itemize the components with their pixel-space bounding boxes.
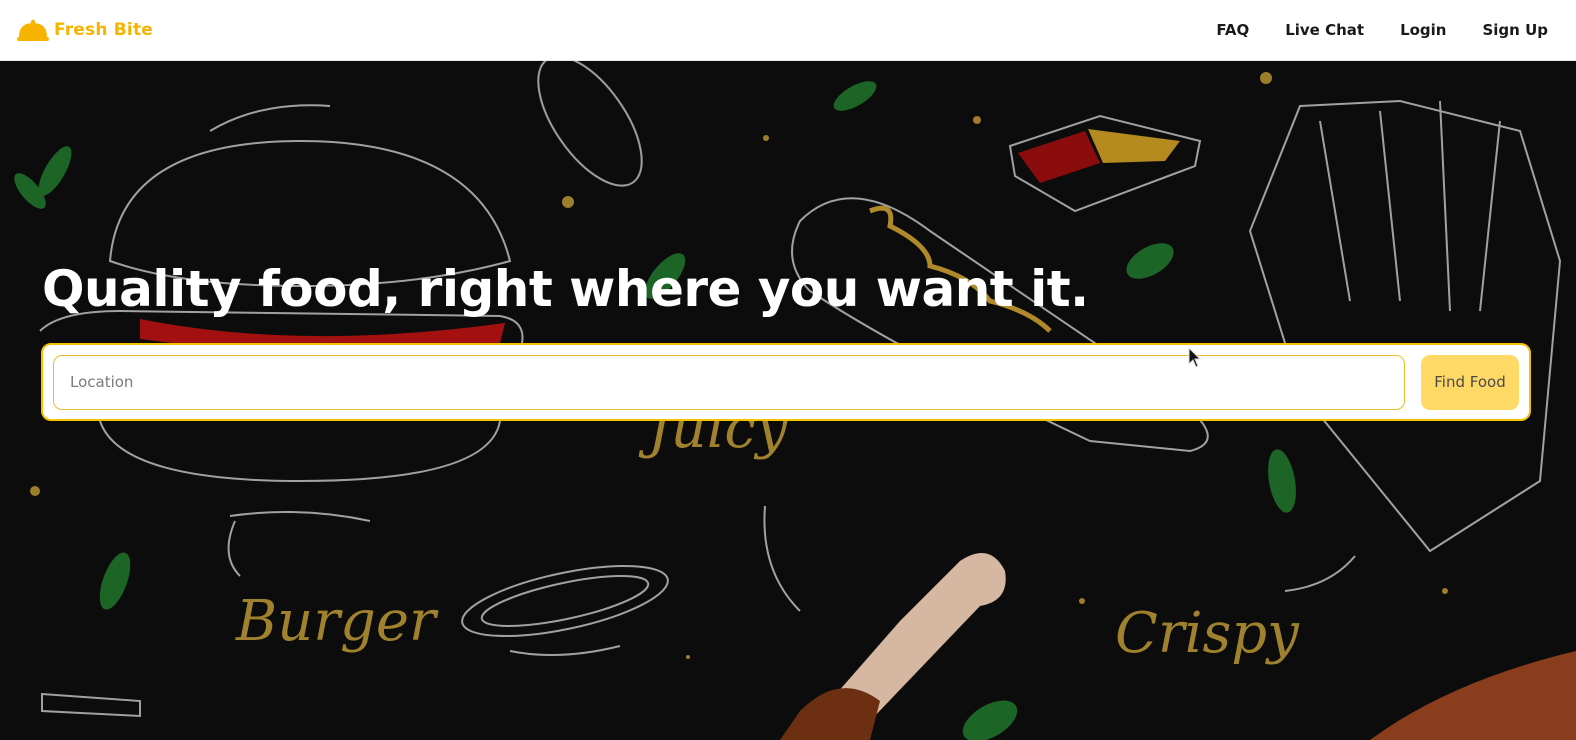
hero-headline: Quality food, right where you want it. — [42, 260, 1089, 318]
nav-links: FAQ Live Chat Login Sign Up — [1216, 21, 1548, 39]
nav-sign-up-link[interactable]: Sign Up — [1482, 21, 1548, 39]
location-input[interactable] — [53, 354, 1405, 410]
hero-section: Juicy Burger Crispy Quality food, right … — [0, 61, 1576, 740]
cloche-icon — [16, 15, 50, 45]
nav-login-link[interactable]: Login — [1400, 21, 1446, 39]
brand-logo[interactable]: Fresh Bite — [16, 15, 153, 45]
location-search-bar: Find Food — [41, 343, 1531, 421]
mouse-cursor-icon — [1188, 347, 1202, 368]
brand-name: Fresh Bite — [54, 20, 154, 40]
nav-faq-link[interactable]: FAQ — [1216, 21, 1249, 39]
find-food-button[interactable]: Find Food — [1421, 354, 1519, 410]
doodle-word-crispy: Crispy — [1115, 601, 1299, 666]
nav-live-chat-link[interactable]: Live Chat — [1285, 21, 1364, 39]
navbar: Fresh Bite FAQ Live Chat Login Sign Up — [0, 0, 1576, 61]
doodle-word-burger: Burger — [236, 589, 436, 654]
